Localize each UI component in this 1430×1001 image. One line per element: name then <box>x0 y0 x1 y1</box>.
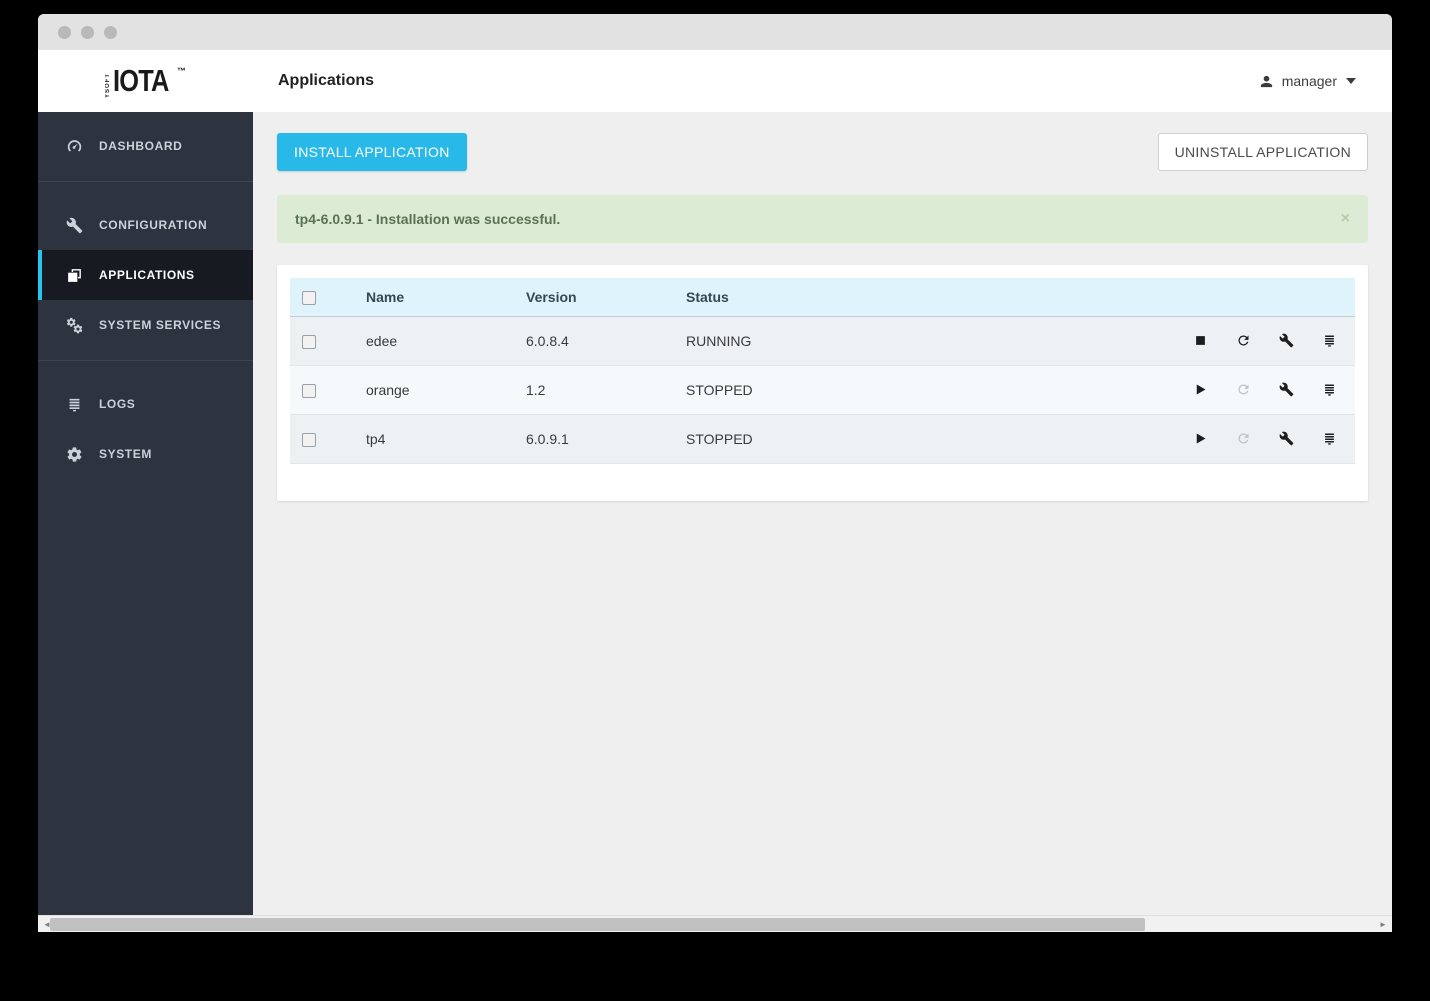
window-dot[interactable] <box>58 26 71 39</box>
wrench-icon <box>64 217 84 234</box>
app-header: YSOFT IOTA ™ Applications manager <box>38 50 1392 112</box>
brand-zone: YSOFT IOTA ™ <box>38 65 253 98</box>
play-icon[interactable] <box>1193 431 1208 446</box>
table-row: edee 6.0.8.4 RUNNING <box>290 316 1355 365</box>
horizontal-scrollbar[interactable]: ◄ ► <box>38 915 1392 932</box>
app-status-cell: STOPPED <box>686 365 1177 414</box>
sidebar-item-dashboard[interactable]: DASHBOARD <box>38 121 253 171</box>
alert-message: tp4-6.0.9.1 - Installation was successfu… <box>295 211 1341 227</box>
brand-trademark: ™ <box>177 66 186 76</box>
dashboard-icon <box>64 138 84 155</box>
table-row: tp4 6.0.9.1 STOPPED <box>290 414 1355 463</box>
sidebar-item-applications[interactable]: APPLICATIONS <box>38 250 253 300</box>
column-header-status[interactable]: Status <box>686 278 1177 316</box>
app-name-cell: orange <box>366 365 526 414</box>
sidebar: DASHBOARD CONFIGURATION APPLICATIONS SYS… <box>38 112 253 915</box>
refresh-icon[interactable] <box>1236 333 1251 348</box>
window-titlebar <box>38 14 1392 50</box>
sidebar-item-configuration[interactable]: CONFIGURATION <box>38 200 253 250</box>
app-name-cell: tp4 <box>366 414 526 463</box>
brand-logo: YSOFT IOTA ™ <box>105 65 186 98</box>
row-checkbox[interactable] <box>302 433 316 447</box>
wrench-icon[interactable] <box>1279 333 1294 348</box>
select-all-checkbox[interactable] <box>302 291 316 305</box>
row-checkbox[interactable] <box>302 384 316 398</box>
loglines-icon <box>64 396 84 413</box>
row-checkbox[interactable] <box>302 335 316 349</box>
gear-icon <box>64 446 84 463</box>
sidebar-item-system[interactable]: SYSTEM <box>38 429 253 479</box>
column-header-name[interactable]: Name <box>366 278 526 316</box>
wrench-icon[interactable] <box>1279 382 1294 397</box>
person-icon <box>1258 73 1275 90</box>
loglines-icon[interactable] <box>1322 431 1337 446</box>
table-row: orange 1.2 STOPPED <box>290 365 1355 414</box>
sidebar-item-system-services[interactable]: SYSTEM SERVICES <box>38 300 253 350</box>
app-version-cell: 1.2 <box>526 365 686 414</box>
applications-table: Name Version Status edee 6.0.8.4 RUNNING… <box>290 278 1355 464</box>
app-version-cell: 6.0.8.4 <box>526 316 686 365</box>
brand-vertical-text: YSOFT <box>105 68 111 98</box>
app-version-cell: 6.0.9.1 <box>526 414 686 463</box>
install-application-button[interactable]: INSTALL APPLICATION <box>277 133 467 171</box>
window-dot[interactable] <box>104 26 117 39</box>
play-icon[interactable] <box>1193 382 1208 397</box>
refresh-icon[interactable] <box>1236 382 1251 397</box>
scrollbar-thumb[interactable] <box>50 918 1145 931</box>
table-header-row: Name Version Status <box>290 278 1355 316</box>
sidebar-divider <box>38 360 253 361</box>
sidebar-divider <box>38 181 253 182</box>
app-window: YSOFT IOTA ™ Applications manager DASHBO… <box>38 14 1392 932</box>
app-status-cell: STOPPED <box>686 414 1177 463</box>
toolbar: INSTALL APPLICATION UNINSTALL APPLICATIO… <box>277 133 1368 171</box>
loglines-icon[interactable] <box>1322 382 1337 397</box>
column-header-version[interactable]: Version <box>526 278 686 316</box>
close-icon[interactable]: × <box>1341 211 1350 227</box>
user-menu[interactable]: manager <box>1258 73 1392 90</box>
main-content: INSTALL APPLICATION UNINSTALL APPLICATIO… <box>253 112 1392 915</box>
stop-icon[interactable] <box>1193 333 1208 348</box>
window-dot[interactable] <box>81 26 94 39</box>
page-title: Applications <box>278 72 1258 90</box>
loglines-icon[interactable] <box>1322 333 1337 348</box>
wrench-icon[interactable] <box>1279 431 1294 446</box>
chevron-down-icon <box>1346 78 1356 84</box>
app-status-cell: RUNNING <box>686 316 1177 365</box>
refresh-icon[interactable] <box>1236 431 1251 446</box>
brand-name: IOTA <box>113 65 169 96</box>
user-name: manager <box>1282 73 1337 89</box>
applications-table-card: Name Version Status edee 6.0.8.4 RUNNING… <box>277 265 1368 501</box>
app-name-cell: edee <box>366 316 526 365</box>
sidebar-item-logs[interactable]: LOGS <box>38 379 253 429</box>
success-alert: tp4-6.0.9.1 - Installation was successfu… <box>277 195 1368 243</box>
applications-icon <box>64 267 84 284</box>
scroll-right-arrow-icon[interactable]: ► <box>1376 916 1390 932</box>
uninstall-application-button[interactable]: UNINSTALL APPLICATION <box>1158 133 1368 171</box>
cogs-icon <box>64 317 84 334</box>
